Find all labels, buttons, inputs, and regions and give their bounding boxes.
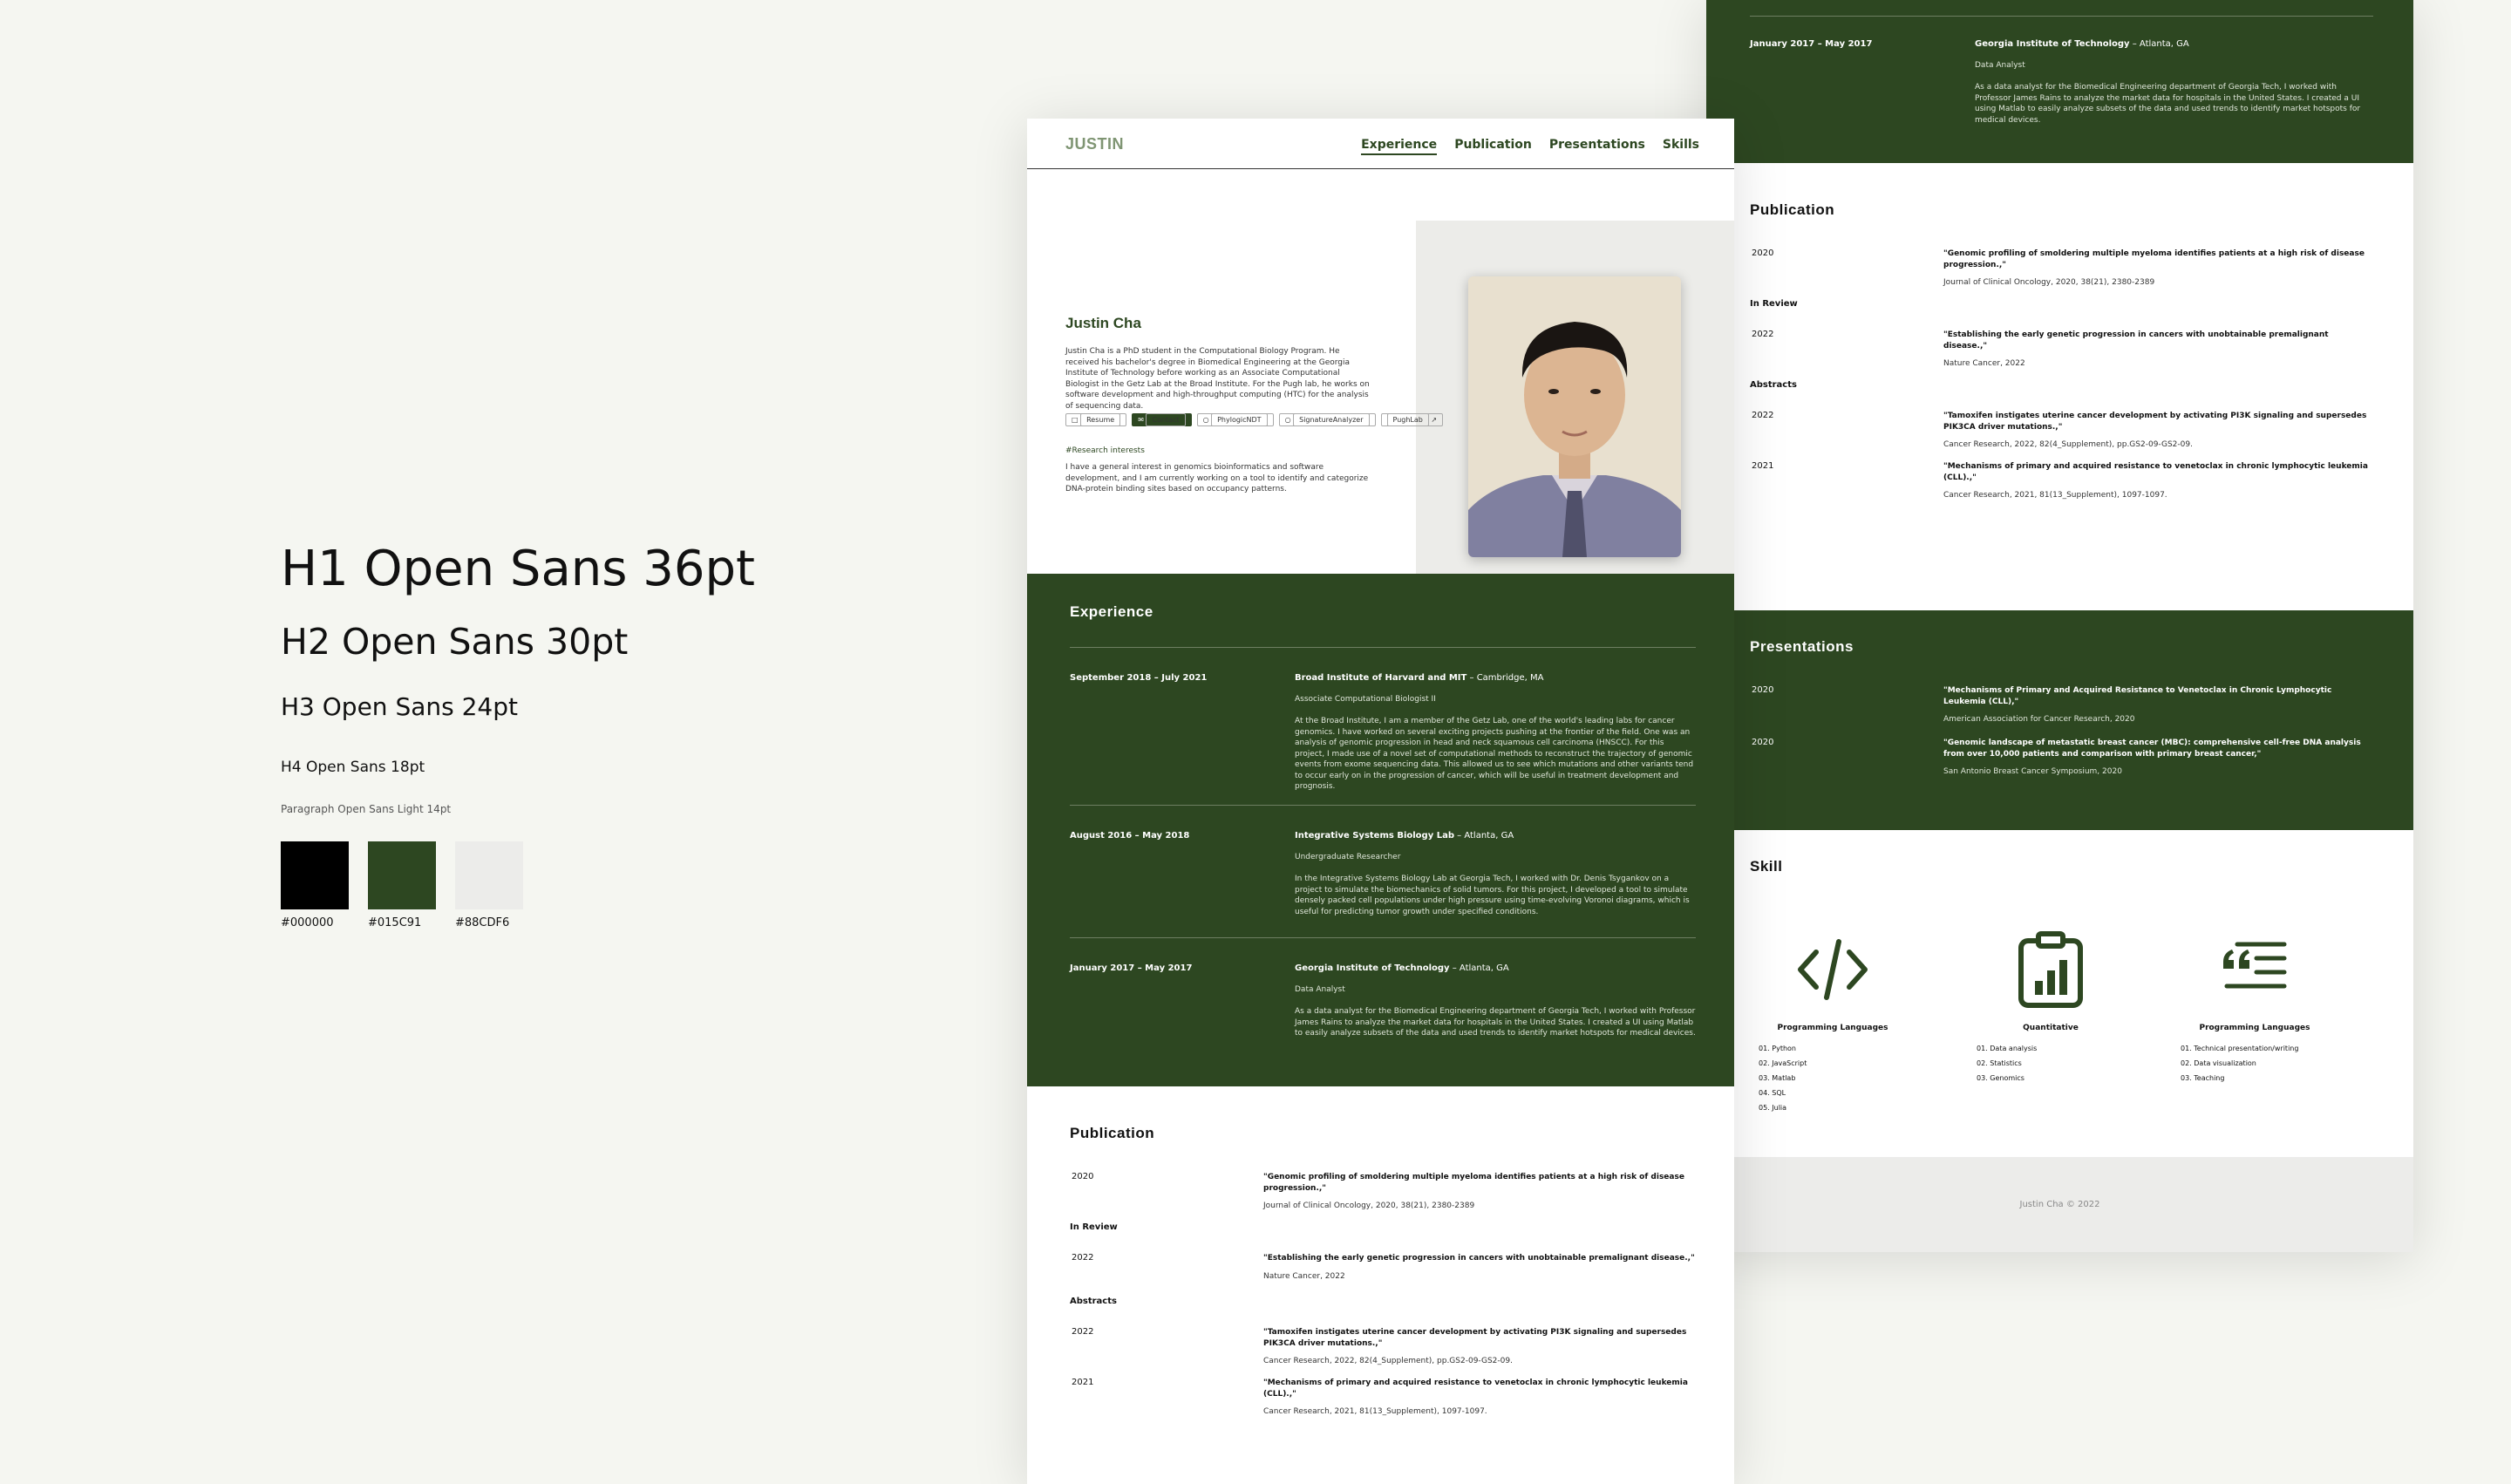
- publication-item: 2020 "Genomic profiling of smoldering mu…: [1072, 1172, 1684, 1210]
- profile-name: Justin Cha: [1065, 315, 1141, 331]
- swatch-green: #015C91: [368, 841, 436, 929]
- top-nav: JUSTIN Experience Publication Presentati…: [1027, 119, 1734, 169]
- section-title: Experience: [1070, 603, 1153, 620]
- profile-bio: Justin Cha is a PhD student in the Compu…: [1065, 347, 1370, 411]
- skill-column: Programming Languages 01. Technical pres…: [2181, 928, 2329, 1086]
- presentations-section: Presentations 2020 "Mechanisms of Primar…: [1706, 610, 2413, 830]
- publication-item: 2022 "Establishing the early genetic pro…: [1072, 1253, 1695, 1281]
- section-title: Presentations: [1750, 638, 1854, 655]
- h3-sample: H3 Open Sans 24pt: [281, 692, 519, 721]
- in-review-label: In Review: [1750, 299, 1798, 309]
- clipboard-chart-icon: [1977, 928, 2125, 1011]
- nav-publication[interactable]: Publication: [1454, 138, 1532, 155]
- publication-section: Publication 2020 "Genomic profiling of s…: [1706, 163, 2413, 610]
- section-title: Publication: [1070, 1125, 1155, 1141]
- page-preview-back: January 2017 – May 2017 Georgia Institut…: [1706, 0, 2413, 1252]
- section-title: Publication: [1750, 201, 1835, 218]
- experience-item: September 2018 – July 2021 Broad Institu…: [1070, 673, 1694, 791]
- resume-button[interactable]: □ Resume: [1065, 413, 1127, 426]
- swatch-black: #000000: [281, 841, 349, 929]
- nav-skills[interactable]: Skills: [1663, 138, 1699, 155]
- profile-links: □ Resume ✉ Contact ○ PhylogicNDT ○ Signa…: [1065, 413, 1444, 426]
- research-interests-text: I have a general interest in genomics bi…: [1065, 463, 1369, 494]
- research-interests-title: #Research interests: [1065, 446, 1145, 455]
- nav-menu: Experience Publication Presentations Ski…: [1361, 138, 1699, 155]
- swatch-light: #88CDF6: [455, 841, 523, 929]
- publication-item: 2022 "Tamoxifen instigates uterine cance…: [1072, 1327, 1687, 1365]
- site-logo[interactable]: JUSTIN: [1065, 135, 1124, 153]
- experience-section-tail: January 2017 – May 2017 Georgia Institut…: [1706, 0, 2413, 163]
- nav-experience[interactable]: Experience: [1361, 138, 1438, 155]
- nav-presentations[interactable]: Presentations: [1549, 138, 1645, 155]
- experience-section: Experience September 2018 – July 2021 Br…: [1027, 574, 1734, 1086]
- skill-section: Skill Programming Languages 01. Python 0…: [1706, 830, 2413, 1157]
- publication-item: 2021 "Mechanisms of primary and acquired…: [1072, 1378, 1688, 1416]
- presentation-item: 2020 "Genomic landscape of metastatic br…: [1752, 738, 2361, 776]
- quote-list-icon: [2181, 928, 2329, 1011]
- style-guide: H1 Open Sans 36pt H2 Open Sans 30pt H3 O…: [281, 539, 755, 929]
- abstracts-label: Abstracts: [1750, 380, 1797, 390]
- paragraph-sample: Paragraph Open Sans Light 14pt: [281, 803, 452, 815]
- page-preview-front: JUSTIN Experience Publication Presentati…: [1027, 119, 1734, 1484]
- contact-button[interactable]: ✉ Contact: [1132, 413, 1192, 426]
- experience-item: January 2017 – May 2017 Georgia Institut…: [1750, 39, 2361, 125]
- publication-item: 2021 "Mechanisms of primary and acquired…: [1752, 461, 2368, 500]
- publication-item: 2022 "Tamoxifen instigates uterine cance…: [1752, 411, 2367, 449]
- experience-item: January 2017 – May 2017 Georgia Institut…: [1070, 963, 1696, 1038]
- signatureanalyzer-link[interactable]: ○ SignatureAnalyzer: [1278, 413, 1376, 426]
- skill-column: Quantitative 01. Data analysis 02. Stati…: [1977, 928, 2125, 1086]
- skill-column: Programming Languages 01. Python 02. Jav…: [1759, 928, 1907, 1115]
- hero-section: Justin Cha Justin Cha is a PhD student i…: [1027, 169, 1734, 574]
- presentation-item: 2020 "Mechanisms of Primary and Acquired…: [1752, 685, 2332, 724]
- h4-sample: H4 Open Sans 18pt: [281, 759, 425, 776]
- h1-sample: H1 Open Sans 36pt: [281, 541, 756, 597]
- phylogicndt-link[interactable]: ○ PhylogicNDT: [1196, 413, 1274, 426]
- section-title: Skill: [1750, 858, 1783, 875]
- h2-sample: H2 Open Sans 30pt: [281, 621, 629, 663]
- publication-item: 2020 "Genomic profiling of smoldering mu…: [1752, 248, 2365, 287]
- footer: Justin Cha © 2022: [1706, 1157, 2413, 1252]
- color-swatches: #000000 #015C91 #88CDF6: [281, 841, 755, 929]
- in-review-label: In Review: [1070, 1222, 1118, 1232]
- abstracts-label: Abstracts: [1070, 1297, 1117, 1306]
- experience-item: August 2016 – May 2018 Integrative Syste…: [1070, 831, 1690, 916]
- publication-section: Publication 2020 "Genomic profiling of s…: [1027, 1086, 1734, 1416]
- profile-photo: [1468, 276, 1681, 557]
- publication-item: 2022 "Establishing the early genetic pro…: [1752, 330, 2329, 368]
- code-icon: [1759, 928, 1907, 1011]
- pughlab-link[interactable]: PughLab ↗: [1380, 413, 1444, 426]
